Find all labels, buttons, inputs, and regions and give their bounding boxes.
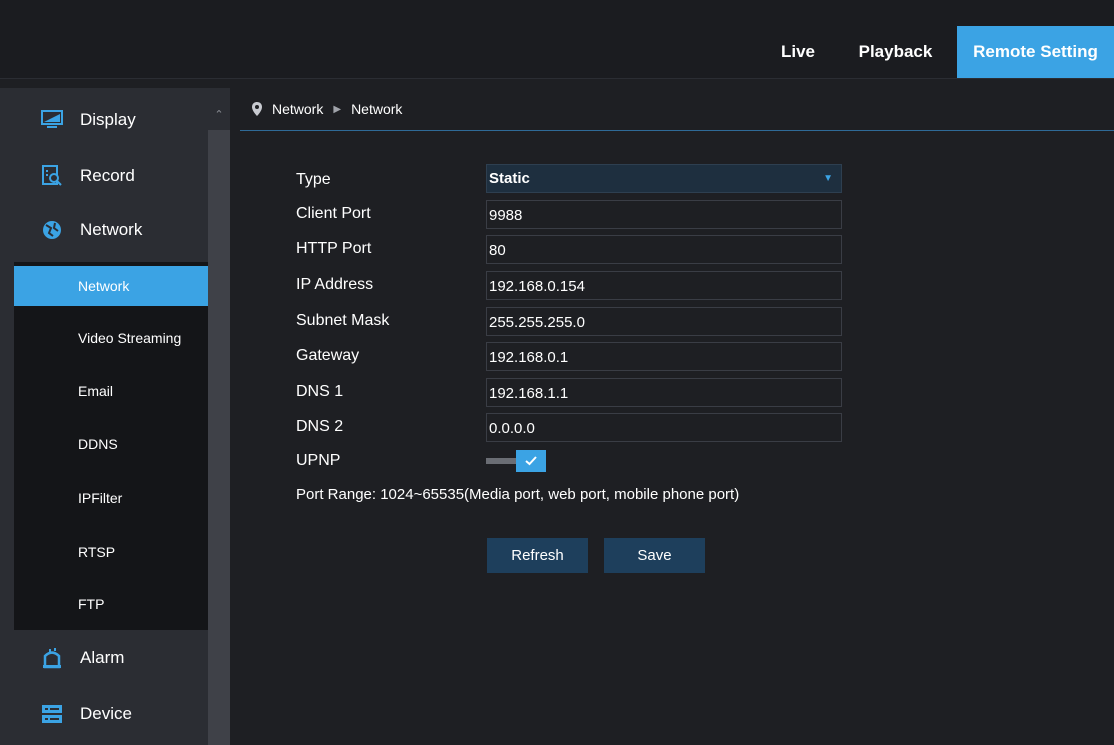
- submenu-item-video-streaming[interactable]: Video Streaming: [14, 316, 208, 360]
- client-port-field[interactable]: 9988: [486, 200, 842, 229]
- check-icon: [516, 450, 546, 472]
- globe-network-icon: [40, 218, 64, 242]
- type-label: Type: [296, 171, 331, 188]
- submenu-item-ftp[interactable]: FTP: [14, 582, 208, 626]
- submenu-item-ipfilter[interactable]: IPFilter: [14, 476, 208, 520]
- breadcrumb-level2: Network: [351, 101, 403, 117]
- sidebar-item-alarm[interactable]: Alarm: [0, 632, 208, 684]
- breadcrumb-level1[interactable]: Network: [272, 101, 323, 117]
- http-port-field[interactable]: 80: [486, 235, 842, 264]
- dns2-label: DNS 2: [296, 418, 344, 435]
- ip-address-label: IP Address: [296, 276, 374, 293]
- breadcrumb: Network ▶ Network: [240, 88, 1114, 131]
- dns1-label: DNS 1: [296, 383, 344, 400]
- dropdown-caret-icon: ▼: [823, 173, 833, 184]
- record-search-icon: [40, 164, 64, 188]
- scrollbar-thumb[interactable]: [208, 130, 230, 745]
- sidebar-item-label: Device: [80, 704, 132, 723]
- sidebar-item-record[interactable]: Record: [0, 150, 208, 202]
- upnp-toggle[interactable]: [486, 450, 548, 472]
- location-pin-icon: [252, 102, 262, 116]
- submenu-item-network[interactable]: Network: [14, 266, 208, 306]
- refresh-button[interactable]: Refresh: [487, 538, 588, 573]
- submenu-item-ddns[interactable]: DDNS: [14, 422, 208, 466]
- subnet-mask-label: Subnet Mask: [296, 312, 390, 329]
- nav-playback[interactable]: Playback: [843, 30, 948, 74]
- nav-live[interactable]: Live: [763, 30, 833, 74]
- alarm-bell-icon: [40, 646, 64, 670]
- device-hdd-icon: [40, 702, 64, 726]
- sidebar-item-device[interactable]: Device: [0, 688, 208, 740]
- sidebar-item-label: Display: [80, 110, 136, 129]
- sidebar-item-label: Record: [80, 166, 135, 185]
- sidebar-scrollbar[interactable]: ⌃: [208, 88, 230, 745]
- sidebar-item-network[interactable]: Network: [0, 204, 208, 256]
- breadcrumb-separator-icon: ▶: [333, 103, 342, 115]
- subnet-mask-field[interactable]: 255.255.255.0: [486, 307, 842, 336]
- port-range-note: Port Range: 1024~65535(Media port, web p…: [296, 486, 740, 503]
- sidebar-item-label: Alarm: [80, 648, 125, 667]
- upnp-label: UPNP: [296, 452, 341, 469]
- save-button[interactable]: Save: [604, 538, 705, 573]
- client-port-label: Client Port: [296, 205, 371, 222]
- gateway-field[interactable]: 192.168.0.1: [486, 342, 842, 371]
- gateway-label: Gateway: [296, 347, 360, 364]
- nav-remote-setting[interactable]: Remote Setting: [957, 26, 1114, 78]
- dns2-field[interactable]: 0.0.0.0: [486, 413, 842, 442]
- ip-address-field[interactable]: 192.168.0.154: [486, 271, 842, 300]
- monitor-icon: [40, 108, 64, 132]
- sidebar-item-display[interactable]: Display: [0, 94, 208, 146]
- network-submenu: Network Video Streaming Email DDNS IPFil…: [14, 262, 208, 630]
- type-select[interactable]: Static ▼: [486, 164, 842, 193]
- scroll-up-icon[interactable]: ⌃: [213, 110, 225, 121]
- http-port-label: HTTP Port: [296, 240, 372, 257]
- submenu-item-email[interactable]: Email: [14, 369, 208, 413]
- submenu-item-rtsp[interactable]: RTSP: [14, 530, 208, 574]
- sidebar-item-label: Network: [80, 220, 143, 239]
- type-select-value: Static: [489, 170, 530, 187]
- dns1-field[interactable]: 192.168.1.1: [486, 378, 842, 407]
- top-bar: Live Playback Remote Setting: [0, 0, 1114, 79]
